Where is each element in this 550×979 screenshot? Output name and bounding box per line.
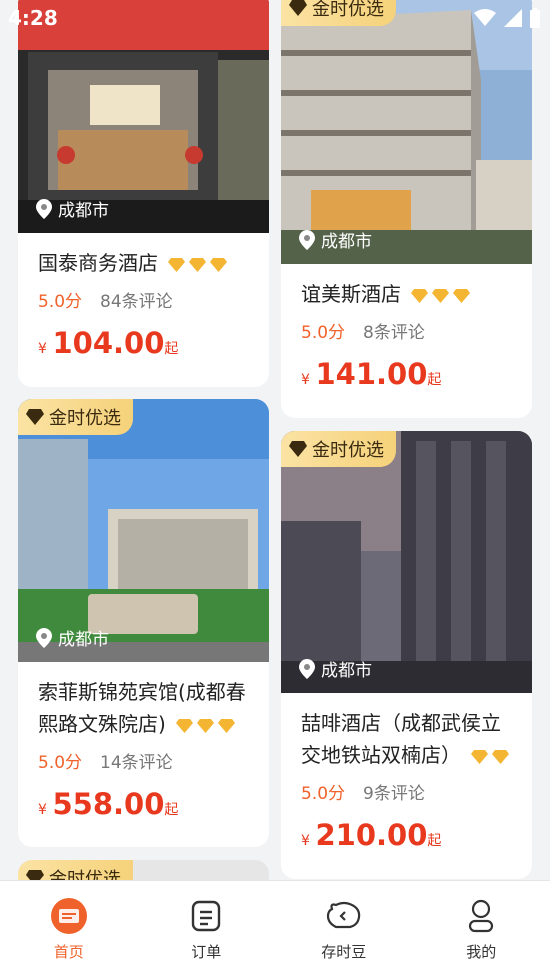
diamond-icon [210, 257, 228, 272]
hotel-name-text: 国泰商务酒店 [38, 251, 158, 275]
location-pin-icon [36, 198, 52, 219]
diamond-icon [218, 718, 236, 733]
tab-mine[interactable]: 我的 [413, 881, 550, 979]
tab-label: 我的 [466, 943, 497, 961]
signal-icon [504, 9, 522, 27]
location-text: 成都市 [58, 630, 109, 650]
badge-text: 金时优选 [49, 408, 121, 429]
status-bar: 4:28 [0, 0, 550, 36]
hotel-photo: 金时优选 成都市 [18, 399, 269, 662]
diamond-icon [168, 257, 186, 272]
price-value: 558.00 [52, 787, 165, 821]
diamond-icon [411, 288, 429, 303]
badge-text: 金时优选 [312, 440, 384, 461]
location-label: 成都市 [299, 656, 372, 681]
premium-badge: 金时优选 [18, 399, 133, 435]
price: ¥ 141.00起 [301, 357, 514, 391]
location-text: 成都市 [321, 232, 372, 252]
price-suffix: 起 [164, 341, 179, 357]
hotel-name: 谊美斯酒店 [301, 278, 514, 310]
location-pin-icon [299, 229, 315, 250]
location-pin-icon [299, 658, 315, 679]
diamond-rating [411, 288, 471, 303]
home-logo-icon [50, 897, 88, 935]
piggy-bank-icon [325, 897, 363, 935]
diamond-icon [492, 749, 510, 764]
price: ¥ 210.00起 [301, 818, 514, 852]
diamond-icon [453, 288, 471, 303]
hotel-photo: 金时优选 成都市 [281, 431, 532, 693]
tab-label: 订单 [191, 943, 222, 961]
currency-symbol: ¥ [301, 833, 310, 849]
order-list-icon [187, 897, 225, 935]
diamond-icon [432, 288, 450, 303]
diamond-rating [471, 749, 510, 764]
tab-label: 首页 [53, 943, 84, 961]
score: 5.0分 [38, 292, 83, 312]
hotel-card[interactable]: 金时优选 成都市 谊美斯酒店 5.0分 8条评论 ¥ 141.00起 [281, 0, 532, 418]
tab-savings[interactable]: 存时豆 [275, 881, 413, 979]
price-value: 210.00 [315, 818, 428, 852]
location-label: 成都市 [299, 227, 372, 252]
price: ¥ 104.00起 [38, 326, 251, 360]
review-count: 8条评论 [363, 323, 425, 343]
rating-row: 5.0分 84条评论 [38, 287, 251, 312]
price: ¥ 558.00起 [38, 787, 251, 821]
price-value: 141.00 [315, 357, 428, 391]
location-text: 成都市 [321, 661, 372, 681]
score: 5.0分 [38, 753, 83, 773]
hotel-card[interactable]: 金时优选 成都市 喆啡酒店（成都武侯立交地铁站双楠店） 5.0分 9条评论 ¥ 2… [281, 431, 532, 879]
diamond-icon [471, 749, 489, 764]
hotel-name: 索菲斯锦苑宾馆(成都春熙路文殊院店) [38, 676, 251, 740]
bottom-tab-bar: 首页 订单 存时豆 我的 [0, 880, 550, 979]
price-suffix: 起 [164, 802, 179, 818]
location-text: 成都市 [58, 201, 109, 221]
tab-label: 存时豆 [321, 943, 367, 961]
hotel-name-text: 谊美斯酒店 [301, 282, 401, 306]
location-label: 成都市 [36, 196, 109, 221]
hotel-name: 国泰商务酒店 [38, 247, 251, 279]
status-time: 4:28 [8, 6, 58, 30]
diamond-icon [197, 718, 215, 733]
rating-row: 5.0分 8条评论 [301, 318, 514, 343]
rating-row: 5.0分 9条评论 [301, 779, 514, 804]
currency-symbol: ¥ [301, 372, 310, 388]
hotel-card[interactable]: 成都市 国泰商务酒店 5.0分 84条评论 ¥ 104.00起 [18, 0, 269, 387]
location-label: 成都市 [36, 625, 109, 650]
tab-home[interactable]: 首页 [0, 881, 138, 979]
hotel-name: 喆啡酒店（成都武侯立交地铁站双楠店） [301, 707, 514, 771]
price-suffix: 起 [427, 833, 442, 849]
score: 5.0分 [301, 323, 346, 343]
diamond-icon [176, 718, 194, 733]
wifi-icon [474, 9, 496, 26]
hotel-card[interactable]: 金时优选 成都市 索菲斯锦苑宾馆(成都春熙路文殊院店) 5.0分 14条评论 ¥ … [18, 399, 269, 847]
rating-row: 5.0分 14条评论 [38, 748, 251, 773]
premium-badge: 金时优选 [281, 431, 396, 467]
diamond-badge-icon [26, 409, 44, 425]
tab-orders[interactable]: 订单 [138, 881, 276, 979]
currency-symbol: ¥ [38, 802, 47, 818]
review-count: 14条评论 [100, 753, 173, 773]
diamond-rating [176, 718, 236, 733]
currency-symbol: ¥ [38, 341, 47, 357]
price-suffix: 起 [427, 372, 442, 388]
diamond-rating [168, 257, 228, 272]
diamond-badge-icon [289, 441, 307, 457]
system-icons [474, 8, 540, 28]
price-value: 104.00 [52, 326, 165, 360]
review-count: 9条评论 [363, 784, 425, 804]
review-count: 84条评论 [100, 292, 173, 312]
battery-icon [530, 8, 540, 28]
hotel-photo: 金时优选 成都市 [281, 0, 532, 264]
diamond-icon [189, 257, 207, 272]
score: 5.0分 [301, 784, 346, 804]
location-pin-icon [36, 627, 52, 648]
person-icon [462, 897, 500, 935]
